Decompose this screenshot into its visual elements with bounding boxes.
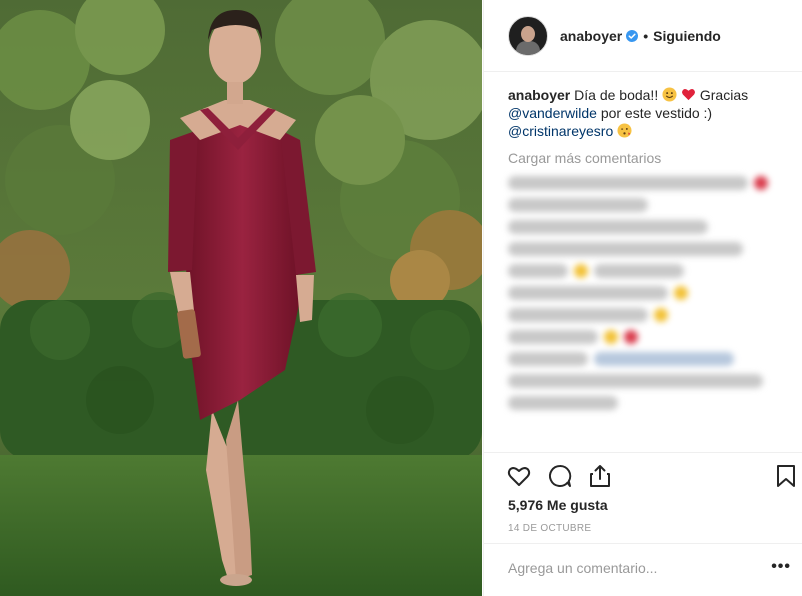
likes-count[interactable]: 5,976 Me gusta xyxy=(508,497,608,513)
more-options-icon[interactable]: ••• xyxy=(771,558,791,576)
caption-username[interactable]: anaboyer xyxy=(508,87,570,103)
separator-dot: • xyxy=(643,27,649,44)
comment-icon[interactable] xyxy=(547,463,573,489)
caption-text-1: Día de boda!! xyxy=(574,87,659,103)
add-comment-bar: ••• xyxy=(484,543,802,595)
post-date[interactable]: 14 DE OCTUBRE xyxy=(508,523,591,534)
header-username[interactable]: anaboyer xyxy=(560,28,622,44)
red-heart-emoji-icon xyxy=(682,88,695,101)
heart-icon[interactable] xyxy=(506,463,532,489)
post-header: anaboyer • Siguiendo xyxy=(484,0,802,72)
actions-section: 5,976 Me gusta 14 DE OCTUBRE ••• xyxy=(484,452,802,584)
caption-text-3: por este vestido :) xyxy=(600,105,713,121)
post-photo[interactable] xyxy=(0,0,482,596)
mention-cristinareyesro[interactable]: @cristinareyesro xyxy=(508,123,613,139)
bookmark-icon[interactable] xyxy=(774,463,798,489)
avatar[interactable] xyxy=(508,15,548,56)
blurred-comments xyxy=(508,176,802,418)
caption: anaboyer Día de boda!! Gracias @vanderwi… xyxy=(508,86,788,140)
mention-vanderwilde[interactable]: @vanderwilde xyxy=(508,105,597,121)
post-panel: anaboyer • Siguiendo anaboyer Día de bod… xyxy=(483,0,802,596)
load-more-comments-button[interactable]: Cargar más comentarios xyxy=(508,150,788,166)
kissing-face-emoji-icon xyxy=(617,123,632,138)
comments-section: anaboyer Día de boda!! Gracias @vanderwi… xyxy=(508,86,788,166)
comment-input[interactable] xyxy=(508,560,748,576)
caption-text-2: Gracias xyxy=(699,87,749,103)
verified-badge-icon xyxy=(626,29,639,42)
smiley-emoji-icon xyxy=(662,87,677,102)
share-icon[interactable] xyxy=(587,463,613,489)
following-button[interactable]: Siguiendo xyxy=(653,28,721,44)
